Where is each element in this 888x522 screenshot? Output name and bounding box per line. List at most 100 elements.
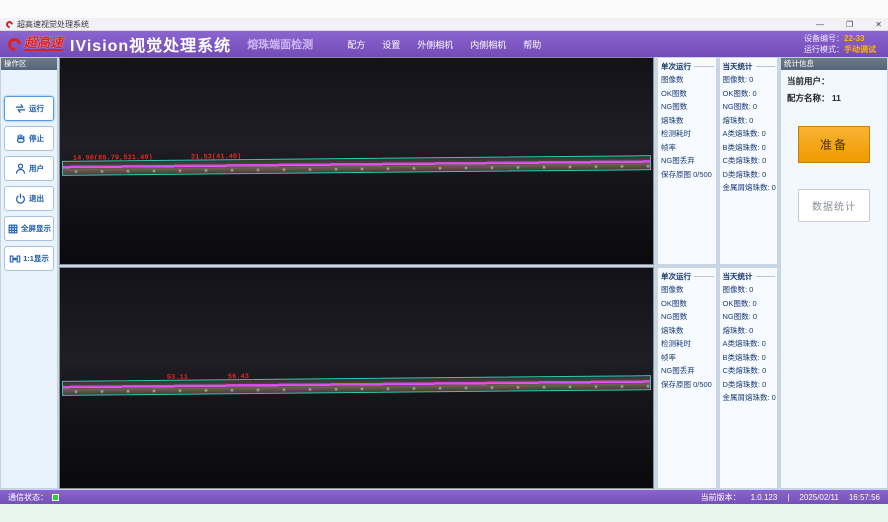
- menu-item-outer-camera[interactable]: 外侧相机: [417, 38, 453, 51]
- strip-roi-overlay: 14.90(85.79,531.49) 31.53(41.49): [62, 155, 651, 176]
- stat-row: 检测耗时: [658, 337, 716, 351]
- menu-item-recipe[interactable]: 配方: [347, 38, 365, 51]
- stat-row: NG图丢弃: [658, 364, 716, 378]
- stat-row: NG图数: [658, 310, 716, 324]
- stop-button[interactable]: 停止: [4, 126, 54, 151]
- camera-viewport-outer[interactable]: 14.90(85.79,531.49) 31.53(41.49): [59, 57, 654, 265]
- one-to-one-button[interactable]: 1:1显示: [4, 246, 54, 271]
- stat-row: 熔珠数: [658, 324, 716, 338]
- version-value: 1.0.123: [751, 493, 778, 502]
- window-titlebar: 超高速视觉处理系统 — ❐ ✕: [0, 18, 888, 31]
- measurement-annotation: 31.53(41.49): [191, 153, 241, 161]
- stat-row: D类熔珠数: 0: [720, 378, 778, 392]
- stat-row: 检测耗时: [658, 127, 716, 141]
- stat-row: 熔珠数: 0: [720, 324, 778, 338]
- data-statistics-button[interactable]: 数据统计: [798, 189, 870, 222]
- hand-stop-icon: [14, 132, 27, 145]
- daily-stats-title: 当天统计: [720, 268, 778, 283]
- stop-button-label: 停止: [29, 133, 44, 144]
- device-number-label: 设备编号：: [804, 34, 844, 43]
- recipe-name-label: 配方名称：: [787, 93, 830, 103]
- info-panel-title: 统计信息: [781, 58, 887, 70]
- comm-status-indicator: [52, 494, 59, 501]
- stat-row: 帧率: [658, 351, 716, 365]
- run-button-label: 运行: [29, 103, 44, 114]
- status-time: 16:57:56: [849, 493, 880, 502]
- measurement-annotation: 53.11: [167, 374, 188, 382]
- one-to-one-icon: [9, 253, 21, 265]
- stat-row: NG图数: 0: [720, 100, 778, 114]
- daily-stats: 当天统计 图像数: 0 OK图数: 0 NG图数: 0 熔珠数: 0 A类熔珠数…: [719, 57, 779, 265]
- prepare-button[interactable]: 准备: [798, 126, 870, 163]
- maximize-button[interactable]: ❐: [846, 20, 853, 29]
- stat-row: 图像数: 0: [720, 283, 778, 297]
- stat-row: C类熔珠数: 0: [720, 364, 778, 378]
- stat-row: OK图数: [658, 297, 716, 311]
- minimize-button[interactable]: —: [816, 20, 824, 29]
- app-header: 超高速 IVision视觉处理系统 熔珠端面检测 配方 设置 外侧相机 内侧相机…: [0, 31, 888, 57]
- menu-item-inner-camera[interactable]: 内侧相机: [470, 38, 506, 51]
- stat-row: 金属屑熔珠数: 0: [720, 391, 778, 405]
- stat-row: OK图数: 0: [720, 297, 778, 311]
- fullscreen-grid-icon: [7, 223, 19, 235]
- menu-item-settings[interactable]: 设置: [382, 38, 400, 51]
- status-date: 2025/02/11: [799, 493, 838, 502]
- stat-row: 图像数: 0: [720, 73, 778, 87]
- measurement-annotation: 56.43: [228, 373, 249, 381]
- app-subtitle: 熔珠端面检测: [247, 36, 313, 52]
- status-bar: 通信状态： 当前版本： 1.0.123 | 2025/02/11 16:57:5…: [0, 490, 888, 504]
- single-run-title: 单次运行: [658, 268, 716, 283]
- recipe-name-value: 11: [832, 93, 841, 103]
- single-run-stats: 单次运行 图像数 OK图数 NG图数 熔珠数 检测耗时 帧率 NG图丢弃 保存原…: [657, 267, 717, 489]
- stat-row: A类熔珠数: 0: [720, 337, 778, 351]
- stat-row: A类熔珠数: 0: [720, 127, 778, 141]
- stat-row: 帧率: [658, 141, 716, 155]
- daily-stats-title: 当天统计: [720, 58, 778, 73]
- run-icon: [14, 102, 27, 115]
- stat-row: 保存原图 0/500: [658, 168, 716, 182]
- version-label: 当前版本：: [701, 492, 741, 503]
- exit-button[interactable]: 退出: [4, 186, 54, 211]
- user-icon: [14, 162, 27, 175]
- user-button[interactable]: 用户: [4, 156, 54, 181]
- app-logo-icon: [5, 19, 15, 29]
- fullscreen-button[interactable]: 全屏显示: [4, 216, 54, 241]
- sidebar-title: 操作区: [1, 58, 57, 70]
- measurement-annotation: 14.90(85.79,531.49): [73, 154, 153, 163]
- single-run-title: 单次运行: [658, 58, 716, 73]
- stat-row: OK图数: [658, 87, 716, 101]
- strip-roi-overlay: 53.11 56.43: [62, 375, 651, 396]
- comm-status-label: 通信状态：: [8, 492, 48, 503]
- stat-row: D类熔珠数: 0: [720, 168, 778, 182]
- camera-viewport-inner[interactable]: 53.11 56.43: [59, 267, 654, 489]
- stat-row: NG图数: 0: [720, 310, 778, 324]
- status-separator: |: [787, 493, 789, 502]
- device-number-value: 22-33: [844, 34, 864, 43]
- stat-row: 图像数: [658, 73, 716, 87]
- stat-row: C类熔珠数: 0: [720, 154, 778, 168]
- menu-bar: 配方 设置 外侧相机 内侧相机 帮助: [347, 38, 541, 51]
- stat-row: OK图数: 0: [720, 87, 778, 101]
- stat-row: 熔珠数: [658, 114, 716, 128]
- device-info: 设备编号：22-33 运行模式：手动调试: [804, 33, 880, 55]
- stat-row: NG图数: [658, 100, 716, 114]
- brand-name: 超高速: [24, 37, 63, 51]
- fullscreen-button-label: 全屏显示: [21, 223, 51, 234]
- user-button-label: 用户: [29, 163, 44, 174]
- brand-swirl-icon: [5, 35, 23, 53]
- menu-item-help[interactable]: 帮助: [523, 38, 541, 51]
- stats-panel-bottom: 单次运行 图像数 OK图数 NG图数 熔珠数 检测耗时 帧率 NG图丢弃 保存原…: [657, 267, 778, 489]
- close-button[interactable]: ✕: [875, 20, 882, 29]
- current-user-label: 当前用户：: [787, 76, 830, 86]
- stat-row: B类熔珠数: 0: [720, 351, 778, 365]
- stat-row: 熔珠数: 0: [720, 114, 778, 128]
- stat-row: 图像数: [658, 283, 716, 297]
- run-button[interactable]: 运行: [4, 96, 54, 121]
- stat-row: B类熔珠数: 0: [720, 141, 778, 155]
- stat-row: 金属屑熔珠数: 0: [720, 181, 778, 195]
- run-mode-value: 手动调试: [844, 45, 876, 54]
- one-to-one-button-label: 1:1显示: [23, 253, 49, 264]
- statistics-info-panel: 统计信息 当前用户： 配方名称： 11 准备 数据统计: [780, 57, 888, 489]
- window-title: 超高速视觉处理系统: [17, 19, 89, 30]
- desktop-area: [0, 504, 888, 522]
